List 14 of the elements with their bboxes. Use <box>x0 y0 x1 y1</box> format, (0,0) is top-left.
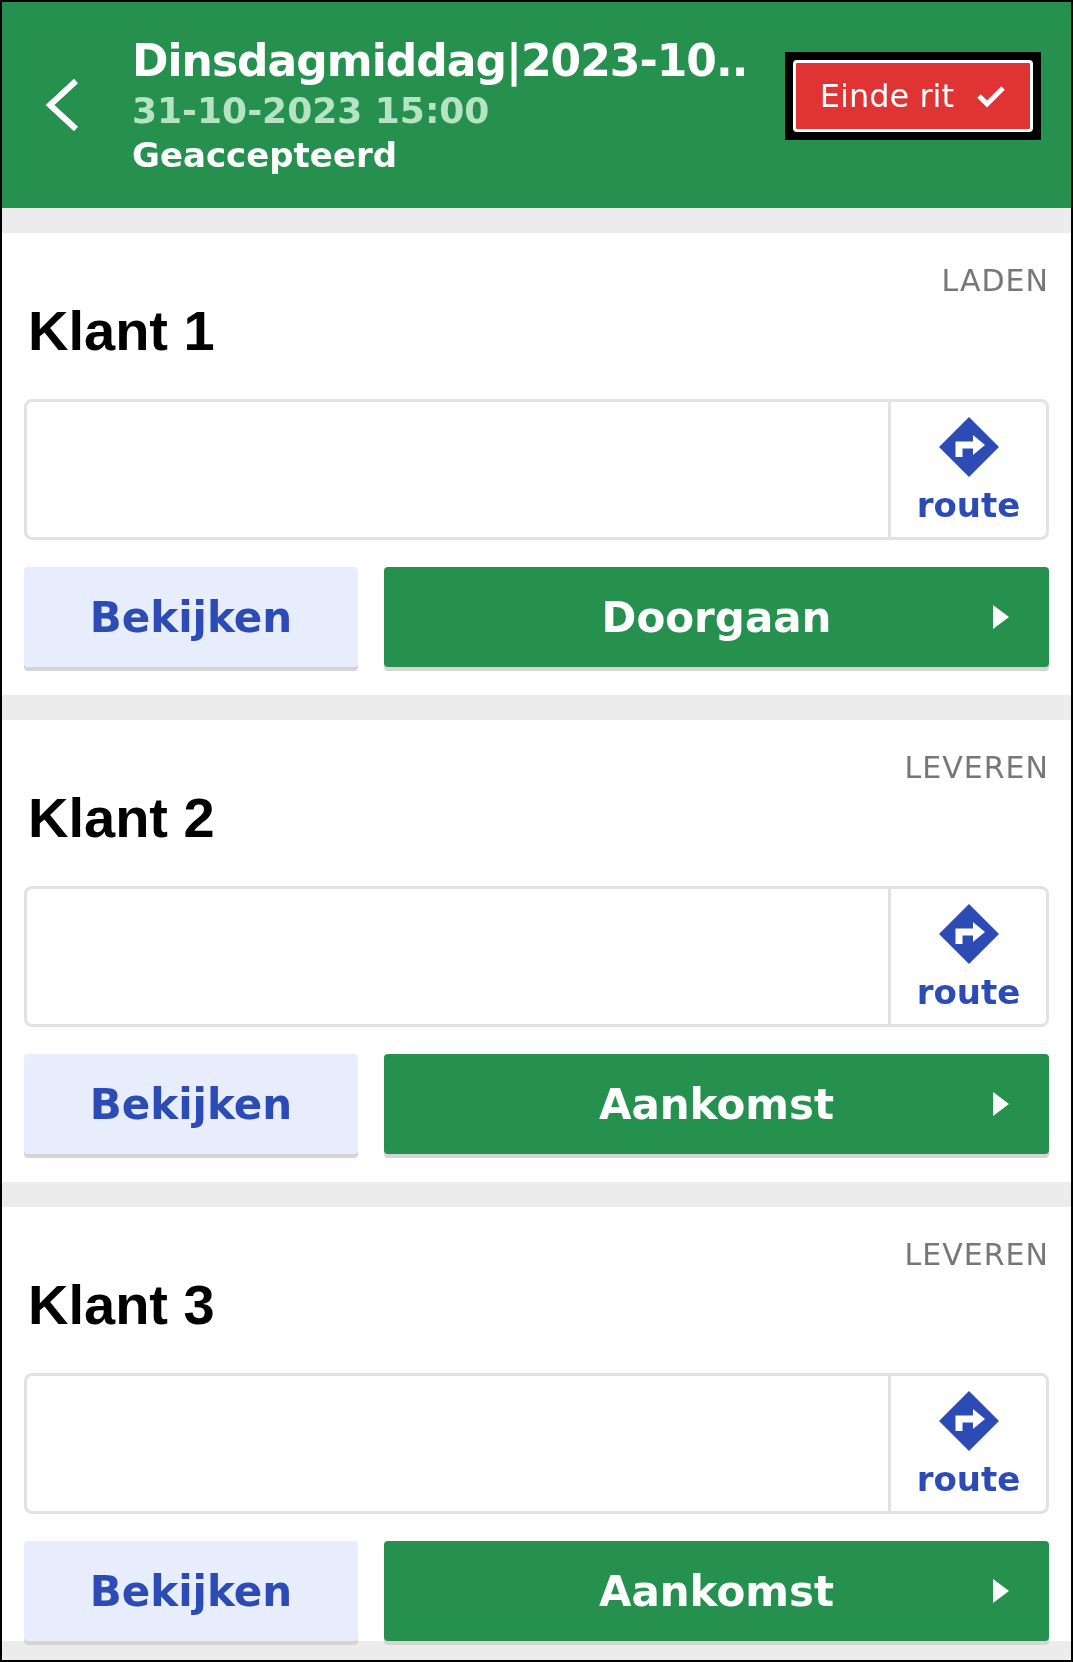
stop-stage: LEVEREN <box>904 750 1049 785</box>
customer-name: Klant 3 <box>28 1272 216 1337</box>
play-icon <box>993 1579 1009 1603</box>
customer-name: Klant 1 <box>28 298 216 363</box>
play-icon <box>993 1092 1009 1116</box>
trip-datetime: 31-10-2023 15:00 <box>132 90 491 131</box>
customer-name: Klant 2 <box>28 785 216 850</box>
stop-stage: LEVEREN <box>904 1237 1049 1272</box>
trip-status: Geaccepteerd <box>132 135 399 175</box>
trip-title: Dinsdagmiddag|2023-10.. <box>132 35 749 86</box>
play-icon <box>993 605 1009 629</box>
check-icon <box>976 84 1006 108</box>
stop-stage: LADEN <box>941 263 1049 298</box>
end-trip-button[interactable]: Einde rit <box>792 60 1033 132</box>
